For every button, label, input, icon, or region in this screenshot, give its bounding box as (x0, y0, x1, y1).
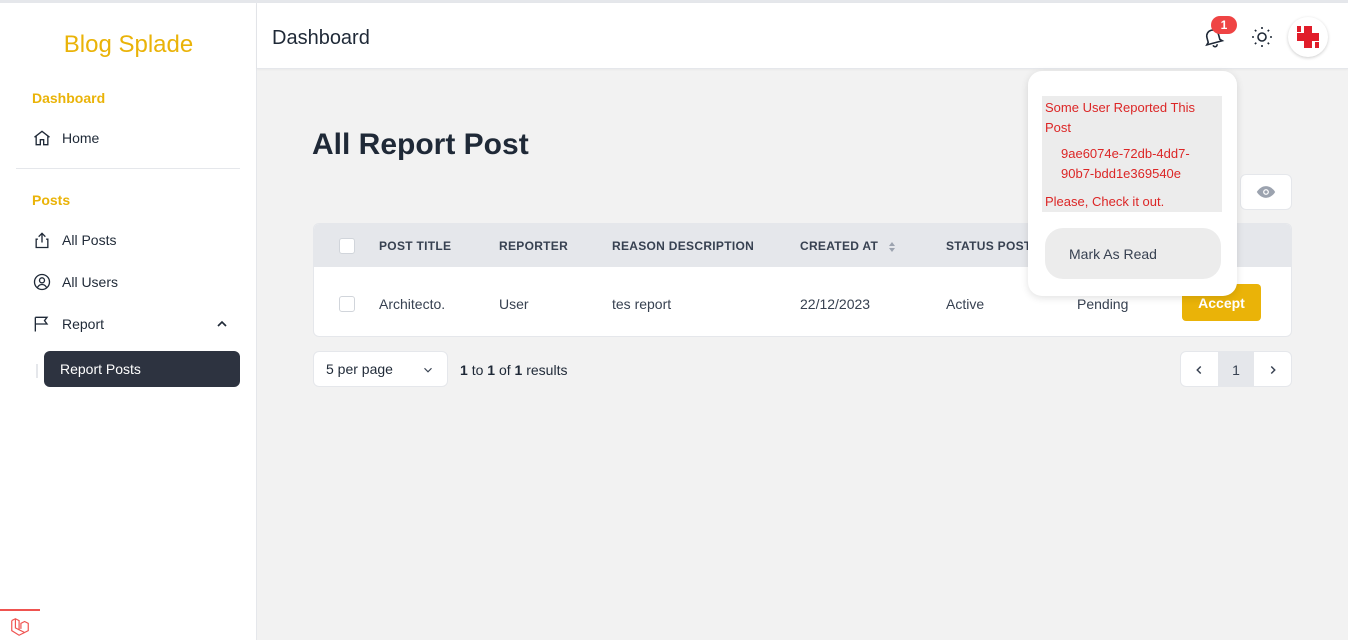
user-circle-icon (32, 272, 52, 292)
per-page-select[interactable]: 5 per page (313, 351, 448, 387)
sidebar-item-label: Report (62, 316, 105, 332)
flag-icon (32, 314, 52, 334)
chevron-left-icon (1196, 365, 1202, 375)
column-header-label: CREATED AT (800, 239, 879, 253)
submenu-indicator (36, 364, 38, 378)
notification-message: Some User Reported This Post (1045, 100, 1196, 135)
cell-created-at: 22/12/2023 (800, 296, 871, 312)
notification-post-id[interactable]: 9ae6074e-72db-4dd7-90b7-bdd1e369540e (1061, 144, 1211, 184)
section-heading-dashboard: Dashboard (32, 90, 106, 106)
sidebar-item-report-posts[interactable]: Report Posts (44, 351, 240, 387)
column-header: POST TITLE (379, 239, 452, 253)
mark-as-read-button[interactable]: Mark As Read (1045, 228, 1221, 279)
page-button-current[interactable]: 1 (1217, 352, 1255, 386)
notification-badge: 1 (1211, 16, 1237, 34)
top-header: Dashboard 1 (257, 3, 1348, 69)
results-summary: 1 to 1 of 1 results (460, 362, 568, 378)
sidebar: Blog Splade Dashboard Home Posts All Pos… (0, 3, 257, 640)
sun-icon[interactable] (1250, 25, 1274, 49)
page-header-title: Dashboard (272, 27, 370, 49)
cell-status-post: Active (946, 296, 985, 312)
column-header: STATUS POST (946, 239, 1032, 253)
avatar[interactable] (1288, 17, 1328, 57)
notification-footer: Please, Check it out. (1045, 194, 1165, 209)
column-header-sortable[interactable]: CREATED AT (800, 239, 896, 253)
eye-icon (1256, 186, 1276, 198)
sidebar-item-all-posts[interactable]: All Posts (32, 224, 240, 256)
notification-item[interactable]: Some User Reported This Post 9ae6074e-72… (1042, 96, 1222, 212)
home-icon (32, 128, 52, 148)
next-page-button[interactable] (1254, 352, 1291, 386)
sort-icon[interactable] (888, 241, 896, 253)
sidebar-item-all-users[interactable]: All Users (32, 266, 240, 298)
cell-reason: tes report (612, 296, 672, 312)
cell-post-title: Architecto. (379, 296, 446, 312)
row-checkbox[interactable] (339, 296, 355, 312)
sidebar-item-report[interactable]: Report (32, 308, 240, 340)
column-header: REASON DESCRIPTION (612, 239, 755, 253)
column-header: REPORTER (499, 239, 569, 253)
laravel-icon[interactable] (0, 609, 40, 640)
notification-popover: Some User Reported This Post 9ae6074e-72… (1028, 71, 1237, 296)
sidebar-item-label: All Posts (62, 232, 117, 248)
sidebar-item-label: All Users (62, 274, 119, 290)
medical-cross-icon (1297, 26, 1319, 48)
section-heading-posts: Posts (32, 192, 71, 208)
pagination: 1 (1180, 351, 1292, 387)
page-title: All Report Post (312, 128, 529, 161)
sidebar-divider (16, 168, 240, 169)
per-page-value: 5 per page (326, 361, 393, 377)
chevron-up-icon[interactable] (214, 316, 230, 332)
share-icon (32, 230, 52, 250)
select-all-checkbox[interactable] (339, 238, 355, 254)
sidebar-item-home[interactable]: Home (32, 122, 240, 154)
chevron-down-icon (424, 367, 432, 373)
brand-logo[interactable]: Blog Splade (0, 31, 257, 59)
sidebar-item-label: Home (62, 130, 100, 146)
prev-page-button[interactable] (1181, 352, 1218, 386)
toggle-columns-button[interactable] (1240, 174, 1292, 210)
cell-reporter: User (499, 296, 529, 312)
cell-status: Pending (1077, 296, 1129, 312)
chevron-right-icon (1270, 365, 1276, 375)
